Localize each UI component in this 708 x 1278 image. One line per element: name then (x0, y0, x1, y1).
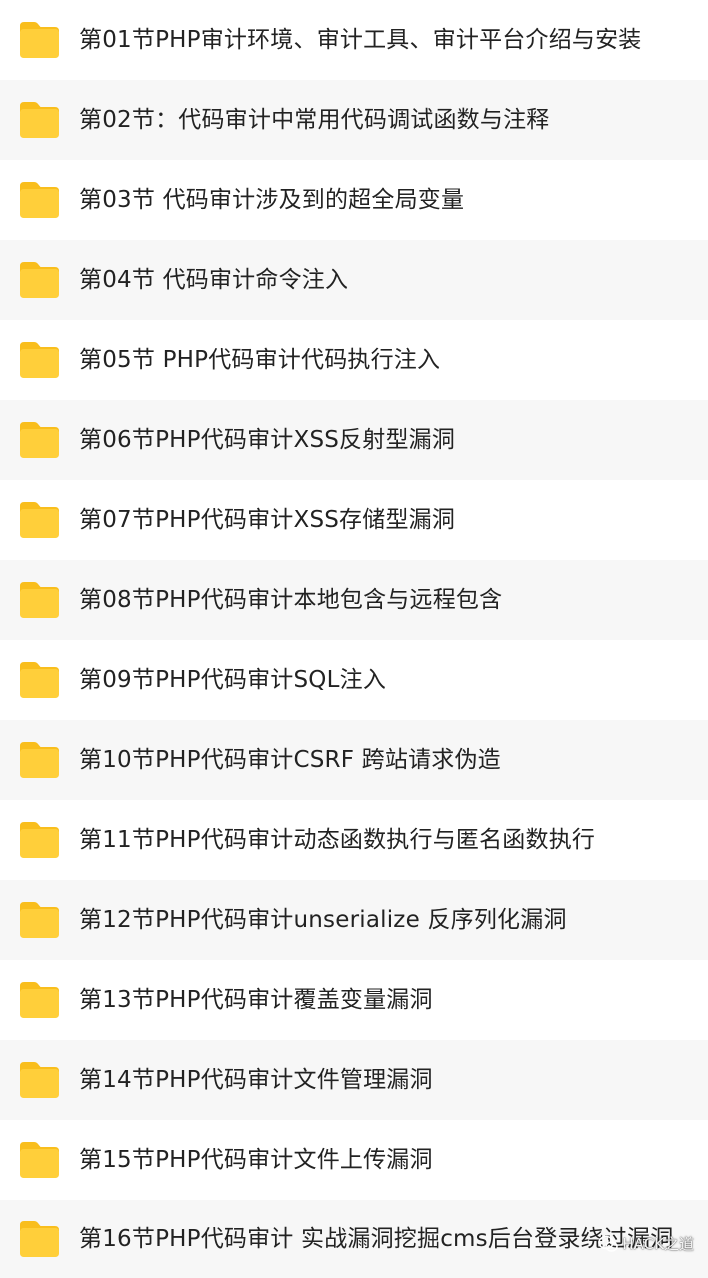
folder-item-07[interactable]: 第07节PHP代码审计XSS存储型漏洞 (0, 480, 708, 560)
folder-item-15[interactable]: 第15节PHP代码审计文件上传漏洞 (0, 1120, 708, 1200)
folder-item-label: 第14节PHP代码审计文件管理漏洞 (79, 1067, 433, 1093)
folder-item-label: 第06节PHP代码审计XSS反射型漏洞 (79, 427, 456, 453)
folder-item-08[interactable]: 第08节PHP代码审计本地包含与远程包含 (0, 560, 708, 640)
folder-item-label: 第02节：代码审计中常用代码调试函数与注释 (79, 107, 550, 133)
folder-item-02[interactable]: 第02节：代码审计中常用代码调试函数与注释 (0, 80, 708, 160)
folder-item-label: 第10节PHP代码审计CSRF 跨站请求伪造 (79, 747, 501, 773)
folder-item-13[interactable]: 第13节PHP代码审计覆盖变量漏洞 (0, 960, 708, 1040)
folder-icon (18, 900, 61, 940)
folder-icon (18, 340, 61, 380)
folder-icon (18, 580, 61, 620)
folder-item-03[interactable]: 第03节 代码审计涉及到的超全局变量 (0, 160, 708, 240)
folder-item-01[interactable]: 第01节PHP审计环境、审计工具、审计平台介绍与安装 (0, 0, 708, 80)
folder-item-label: 第15节PHP代码审计文件上传漏洞 (79, 1147, 433, 1173)
folder-icon (18, 820, 61, 860)
folder-icon (18, 660, 61, 700)
folder-item-10[interactable]: 第10节PHP代码审计CSRF 跨站请求伪造 (0, 720, 708, 800)
folder-icon (18, 420, 61, 460)
folder-item-label: 第11节PHP代码审计动态函数执行与匿名函数执行 (79, 827, 596, 853)
folder-item-label: 第05节 PHP代码审计代码执行注入 (79, 347, 441, 373)
folder-icon (18, 740, 61, 780)
folder-icon (18, 1060, 61, 1100)
folder-item-label: 第04节 代码审计命令注入 (79, 267, 349, 293)
folder-icon (18, 1140, 61, 1180)
folder-icon (18, 1219, 61, 1259)
folder-item-label: 第03节 代码审计涉及到的超全局变量 (79, 187, 465, 213)
folder-item-label: 第12节PHP代码审计unserialize 反序列化漏洞 (79, 907, 567, 933)
folder-item-05[interactable]: 第05节 PHP代码审计代码执行注入 (0, 320, 708, 400)
folder-item-12[interactable]: 第12节PHP代码审计unserialize 反序列化漏洞 (0, 880, 708, 960)
folder-item-label: 第07节PHP代码审计XSS存储型漏洞 (79, 507, 456, 533)
folder-item-label: 第09节PHP代码审计SQL注入 (79, 667, 387, 693)
folder-item-label: 第13节PHP代码审计覆盖变量漏洞 (79, 987, 433, 1013)
folder-item-09[interactable]: 第09节PHP代码审计SQL注入 (0, 640, 708, 720)
folder-icon (18, 500, 61, 540)
folder-icon (18, 260, 61, 300)
folder-icon (18, 980, 61, 1020)
folder-item-11[interactable]: 第11节PHP代码审计动态函数执行与匿名函数执行 (0, 800, 708, 880)
folder-item-04[interactable]: 第04节 代码审计命令注入 (0, 240, 708, 320)
folder-item-14[interactable]: 第14节PHP代码审计文件管理漏洞 (0, 1040, 708, 1120)
folder-item-06[interactable]: 第06节PHP代码审计XSS反射型漏洞 (0, 400, 708, 480)
folder-icon (18, 180, 61, 220)
folder-item-label: 第08节PHP代码审计本地包含与远程包含 (79, 587, 503, 613)
folder-item-label: 第01节PHP审计环境、审计工具、审计平台介绍与安装 (79, 27, 642, 53)
folder-icon (18, 20, 61, 60)
folder-item-label: 第16节PHP代码审计 实战漏洞挖掘cms后台登录绕过漏洞 (79, 1226, 674, 1252)
folder-icon (18, 100, 61, 140)
folder-item-16[interactable]: 第16节PHP代码审计 实战漏洞挖掘cms后台登录绕过漏洞 (0, 1200, 708, 1278)
folder-list: 第01节PHP审计环境、审计工具、审计平台介绍与安装 第02节：代码审计中常用代… (0, 0, 708, 1278)
